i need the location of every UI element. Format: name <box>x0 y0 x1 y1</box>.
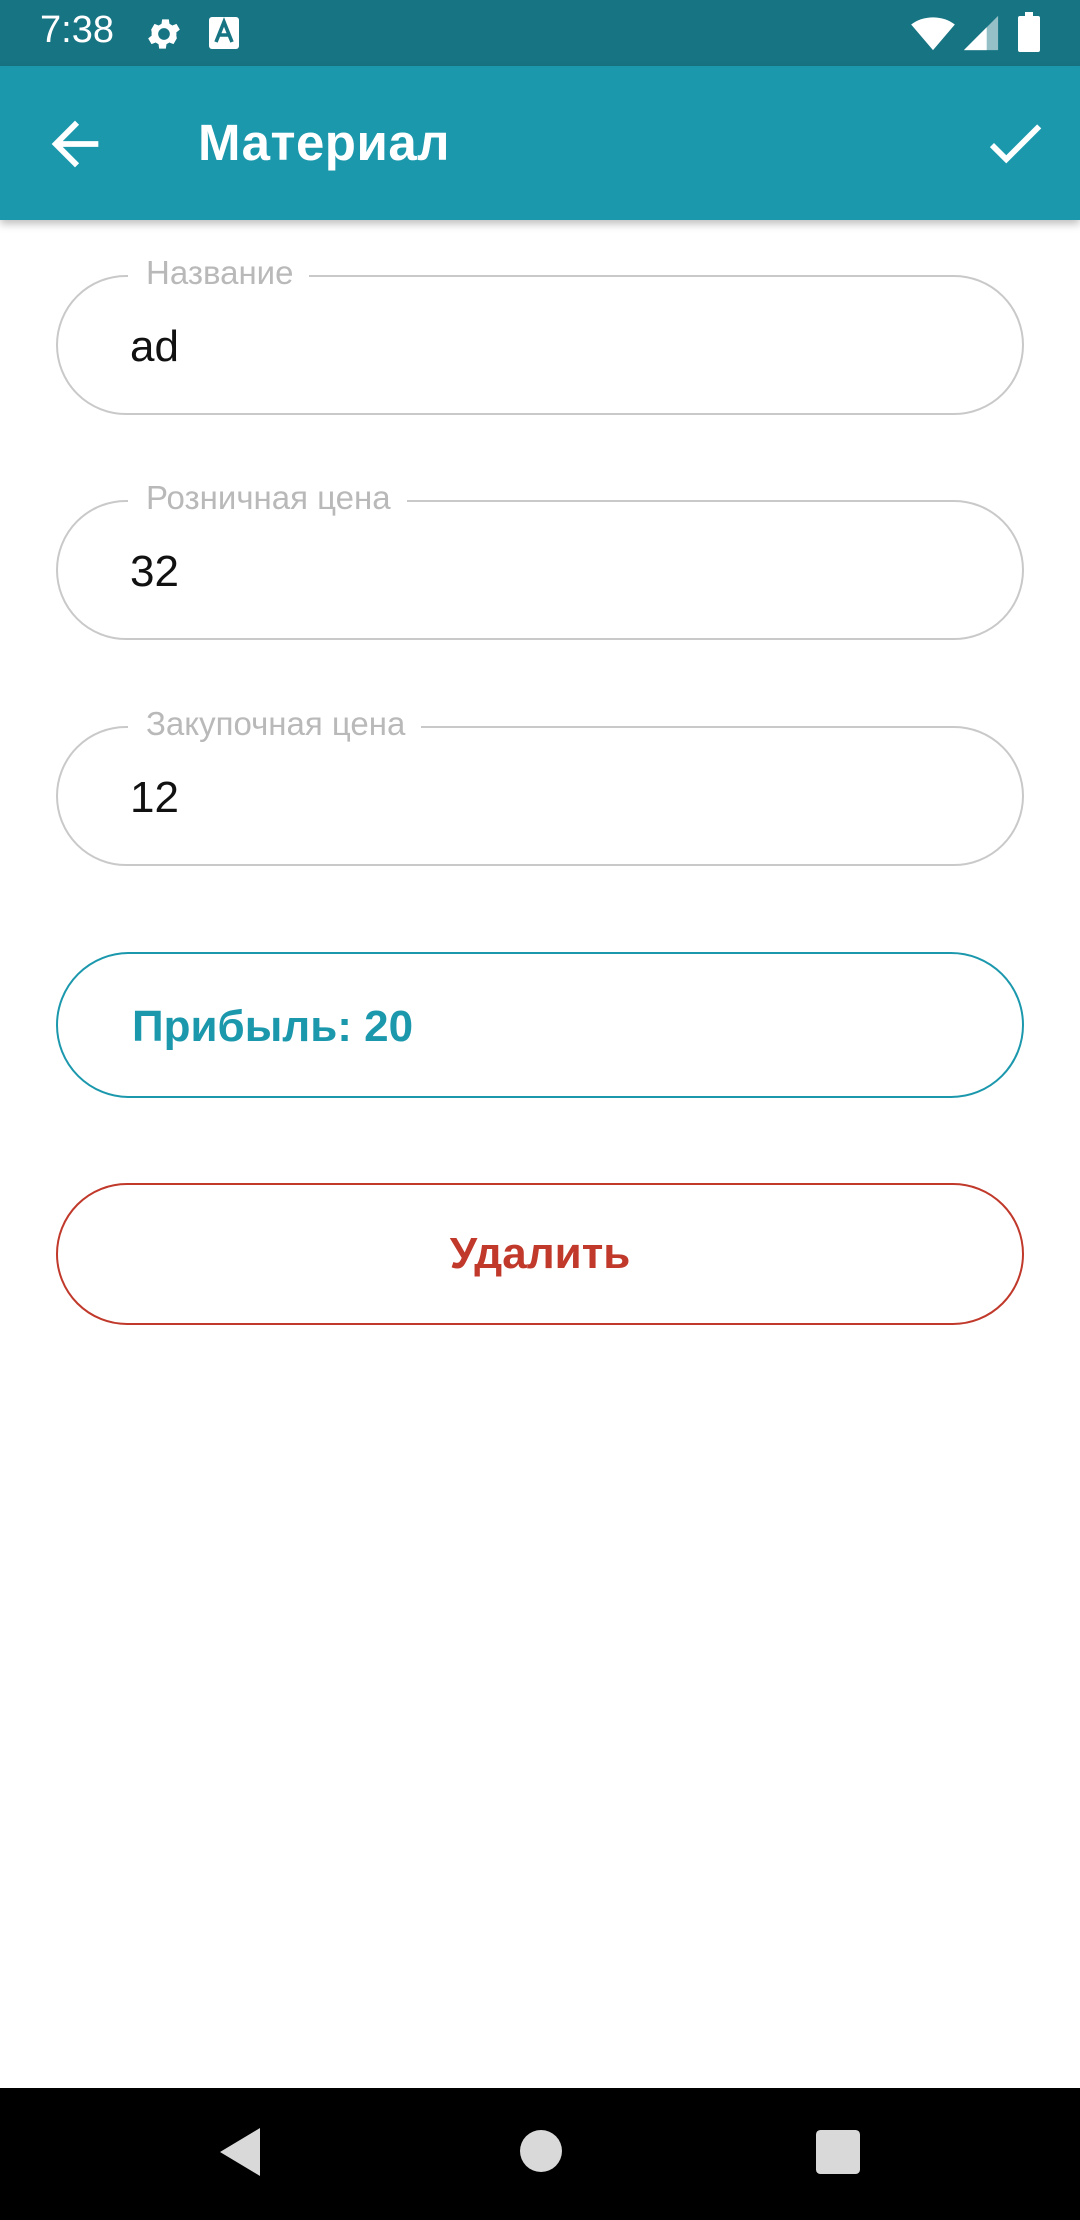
signal-icon <box>963 15 999 51</box>
check-icon[interactable] <box>980 108 1050 178</box>
name-input[interactable] <box>130 321 990 373</box>
square-recents-icon[interactable] <box>816 2130 860 2174</box>
wifi-icon <box>911 17 955 51</box>
purchase-price-field[interactable]: Закупочная цена <box>56 702 1024 866</box>
circle-home-icon[interactable] <box>520 2130 562 2172</box>
status-time: 7:38 <box>40 9 114 51</box>
gear-icon <box>148 19 180 49</box>
name-field[interactable]: Название <box>56 251 1024 415</box>
arrow-left-icon[interactable] <box>40 109 110 179</box>
profit-box: Прибыль: 20 <box>56 952 1024 1098</box>
app-bar: Материал <box>0 66 1080 220</box>
triangle-back-icon[interactable] <box>218 2126 262 2178</box>
retail-price-input[interactable] <box>130 546 990 598</box>
system-nav-bar <box>0 2088 1080 2220</box>
name-field-label: Название <box>128 251 310 295</box>
keyboard-a-icon <box>209 17 239 49</box>
purchase-price-input[interactable] <box>130 772 990 824</box>
battery-icon <box>1018 12 1040 52</box>
page-title: Материал <box>198 114 451 171</box>
retail-price-field[interactable]: Розничная цена <box>56 476 1024 640</box>
delete-button[interactable]: Удалить <box>56 1183 1024 1325</box>
retail-price-label: Розничная цена <box>128 476 407 520</box>
purchase-price-label: Закупочная цена <box>128 702 422 746</box>
status-bar: 7:38 <box>0 0 1080 66</box>
profit-text: Прибыль: 20 <box>132 1002 414 1051</box>
